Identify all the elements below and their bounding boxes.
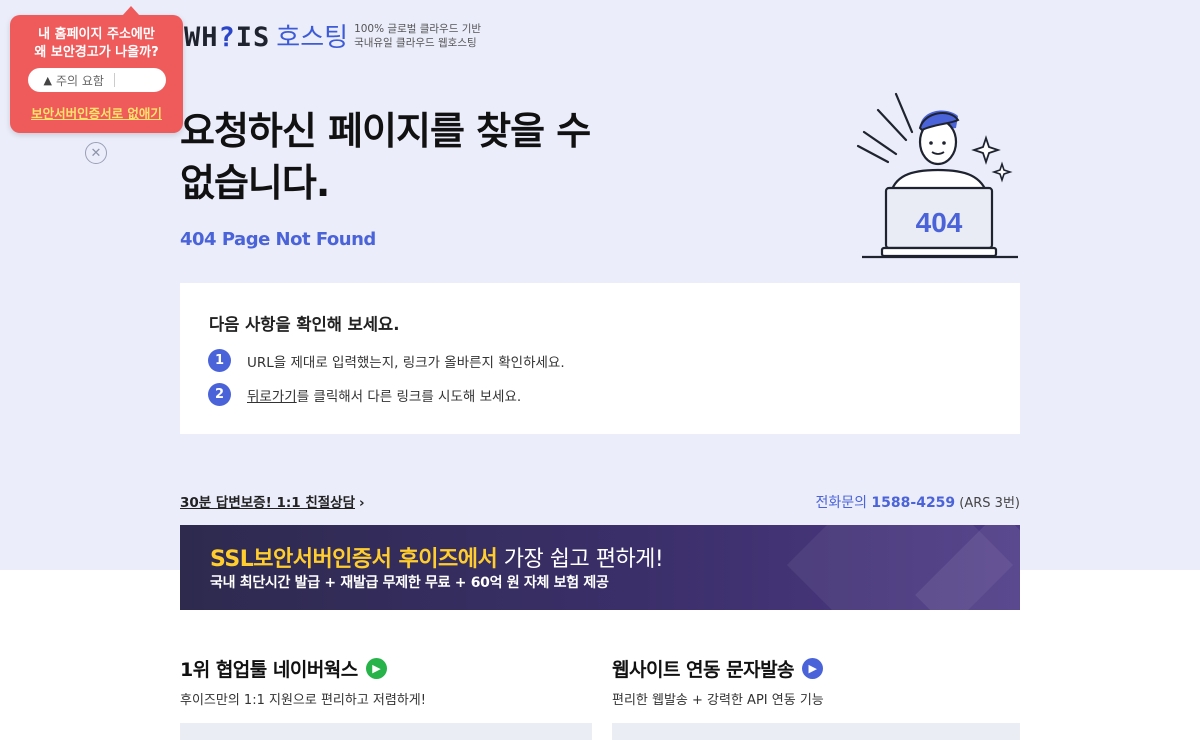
logo-hosting-text: 호스팅 xyxy=(276,23,349,53)
ssl-promo-banner[interactable]: SSL보안서버인증서 후이즈에서 가장 쉽고 편하게! 국내 최단시간 발급 +… xyxy=(180,525,1020,610)
address-bar-divider xyxy=(113,73,115,87)
tagline-line-1: 100% 글로벌 클라우드 기반 xyxy=(354,23,482,35)
naverworks-card-title[interactable]: 1위 협업툴 네이버웍스 ▶ xyxy=(180,655,387,682)
illustration-404-text: 404 xyxy=(916,207,963,238)
checklist-title: 다음 사항을 확인해 보세요. xyxy=(209,315,400,334)
warning-text: 주의 요함 xyxy=(55,73,104,88)
checklist-item-text: 를 클릭해서 다른 링크를 시도해 보세요. xyxy=(296,388,522,405)
checklist-item-text: URL을 제대로 입력했는지, 링크가 올바른지 확인하세요. xyxy=(247,354,565,371)
checklist-item-1: 1 URL을 제대로 입력했는지, 링크가 올바른지 확인하세요. xyxy=(208,349,565,372)
page-title: 요청하신 페이지를 찾을 수 없습니다. xyxy=(180,109,591,205)
consult-link[interactable]: 30분 답변보증! 1:1 친절상담 › xyxy=(180,491,365,511)
naverworks-card-desc: 후이즈만의 1:1 지원으로 편리하고 저렴하게! xyxy=(180,693,426,708)
error-subtitle: 404 Page Not Found xyxy=(180,229,376,250)
tagline-line-2: 국내유일 클라우드 웹호스팅 xyxy=(354,37,477,49)
arrow-right-circle-icon[interactable]: ▶ xyxy=(802,658,824,679)
chevron-right-icon: › xyxy=(359,495,365,511)
number-badge: 1 xyxy=(208,349,231,372)
security-warning-popup: 내 홈페이지 주소에만 왜 보안경고가 나올까? ▲ 주의 요함 보안서버인증서… xyxy=(10,6,183,133)
phone-contact: 전화문의 1588-4259 (ARS 3번) xyxy=(815,495,1020,511)
whois-logo[interactable]: WH?IS 호스팅 100% 글로벌 클라우드 기반 국내유일 클라우드 웹호스… xyxy=(184,22,481,51)
banner-title: SSL보안서버인증서 후이즈에서 가장 쉽고 편하게! xyxy=(210,547,664,572)
banner-subtitle: 국내 최단시간 발급 + 재발급 무제한 무료 + 60억 원 자체 보험 제공 xyxy=(210,575,609,591)
close-icon[interactable]: ✕ xyxy=(85,142,107,164)
popup-title: 내 홈페이지 주소에만 왜 보안경고가 나올까? xyxy=(34,27,159,60)
checklist-item-2: 2 뒤로가기 를 클릭해서 다른 링크를 시도해 보세요. xyxy=(208,383,521,406)
logo-wordmark: WH?IS xyxy=(184,22,271,53)
phone-number: 1588-4259 xyxy=(871,495,956,511)
warning-triangle-icon: ▲ xyxy=(43,73,52,87)
logo-tagline: 100% 글로벌 클라우드 기반 국내유일 클라우드 웹호스팅 xyxy=(354,22,481,51)
checklist-panel: 다음 사항을 확인해 보세요. 1 URL을 제대로 입력했는지, 링크가 올바… xyxy=(180,283,1020,434)
go-back-link[interactable]: 뒤로가기 xyxy=(247,385,297,405)
number-badge: 2 xyxy=(208,383,231,406)
arrow-right-circle-icon[interactable]: ▶ xyxy=(365,658,387,679)
developer-404-illustration: 404 xyxy=(856,92,1018,259)
naverworks-card-image[interactable] xyxy=(180,723,592,740)
sms-card-image[interactable] xyxy=(612,723,1020,740)
popup-address-bar: ▲ 주의 요함 xyxy=(27,68,166,92)
ssl-remove-link[interactable]: 보안서버인증서로 없애기 xyxy=(10,103,183,122)
sms-card-title[interactable]: 웹사이트 연동 문자발송 ▶ xyxy=(612,655,824,682)
sms-card-desc: 편리한 웹발송 + 강력한 API 연동 기능 xyxy=(612,693,824,708)
